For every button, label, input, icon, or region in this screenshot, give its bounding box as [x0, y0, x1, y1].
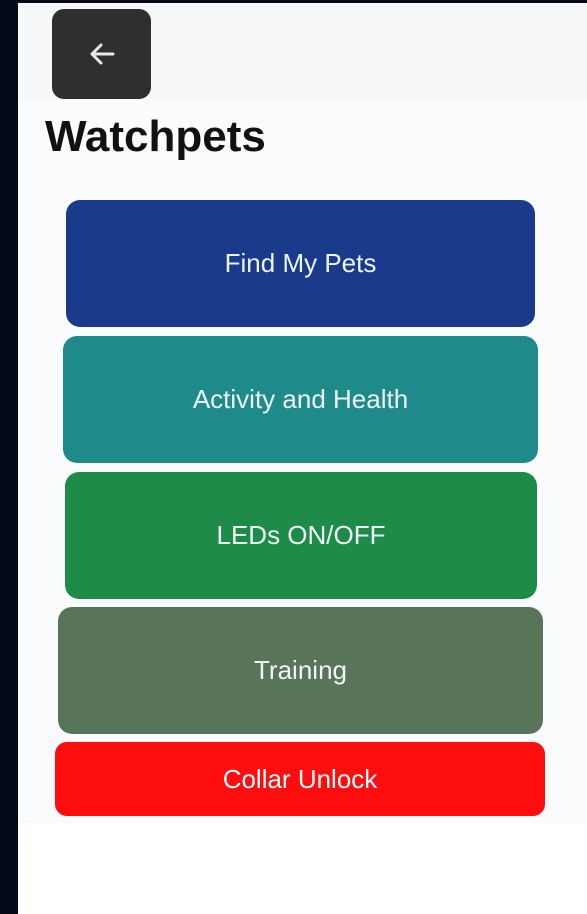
training-label: Training	[254, 655, 347, 685]
find-my-pets-label: Find My Pets	[224, 248, 377, 278]
page-title: Watchpets	[45, 112, 266, 161]
activity-and-health-button[interactable]: Activity and Health	[63, 336, 538, 463]
arrow-left-icon	[87, 41, 117, 67]
leds-toggle-label: LEDs ON/OFF	[216, 520, 386, 550]
collar-unlock-label: Collar Unlock	[222, 763, 378, 794]
training-button[interactable]: Training	[58, 607, 543, 734]
app-frame: Watchpets Find My Pets Activity and Heal…	[18, 3, 587, 914]
collar-unlock-button[interactable]: Collar Unlock	[55, 742, 545, 816]
leds-toggle-button[interactable]: LEDs ON/OFF	[65, 472, 537, 599]
activity-and-health-label: Activity and Health	[192, 384, 409, 414]
back-button[interactable]	[52, 9, 151, 99]
find-my-pets-button[interactable]: Find My Pets	[66, 200, 535, 327]
